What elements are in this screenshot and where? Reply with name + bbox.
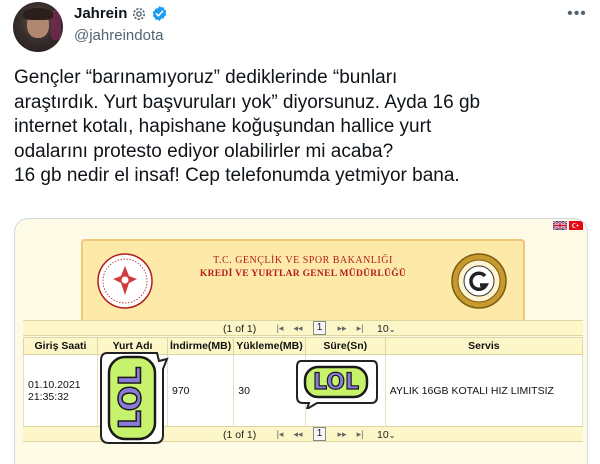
column-header[interactable]: Servis — [384, 337, 584, 355]
page-size-select[interactable]: 10⌄ — [377, 323, 395, 335]
column-header[interactable]: Süre(Sn) — [304, 337, 386, 355]
avatar[interactable] — [13, 2, 63, 52]
pager-info: (1 of 1) — [223, 323, 257, 335]
tweet: Jahrein @jahreindota ••• Gençler “barına… — [0, 0, 600, 464]
first-page-icon[interactable]: |◂ — [273, 428, 287, 440]
tweet-line: odalarını protesto ediyor olabilirler mi… — [14, 140, 394, 162]
cell-indirme: 970 — [166, 354, 235, 427]
last-page-icon[interactable]: ▸| — [353, 428, 367, 440]
lol-sticker-vertical: LOL — [100, 352, 169, 444]
chevron-down-icon: ⌄ — [388, 325, 396, 334]
column-header[interactable]: Giriş Saati — [23, 337, 98, 355]
column-header[interactable]: Yükleme(MB) — [233, 337, 306, 355]
cell-giris-saati: 01.10.2021 21:35:32 — [23, 354, 98, 427]
pager-info: (1 of 1) — [223, 429, 257, 441]
avatar-hair — [23, 8, 53, 20]
language-flags — [553, 221, 583, 230]
gear-icon — [133, 7, 146, 20]
tweet-text: Gençler “barınamıyoruz” dediklerinde “bu… — [14, 66, 589, 189]
next-page-icon[interactable]: ▸▸ — [335, 322, 349, 334]
page-size-value: 10 — [377, 323, 389, 335]
sticker-text: LOL — [114, 367, 149, 430]
cell-servis: AYLIK 16GB KOTALI HIZ LIMITSIZ — [384, 354, 584, 427]
chevron-down-icon: ⌄ — [388, 431, 396, 440]
current-page-button[interactable]: 1 — [313, 427, 326, 441]
prev-page-icon[interactable]: ◂◂ — [291, 428, 305, 440]
tweet-line: Gençler “barınamıyoruz” dediklerinde “bu… — [14, 67, 398, 88]
author-name-row[interactable]: Jahrein — [74, 5, 168, 22]
author-block: Jahrein @jahreindota — [74, 5, 168, 44]
page-size-value: 10 — [377, 429, 389, 441]
column-header[interactable]: İndirme(MB) — [166, 337, 235, 355]
flag-uk-icon[interactable] — [553, 221, 567, 230]
pager-top: (1 of 1) |◂ ◂◂ 1 ▸▸ ▸| 10⌄ — [23, 320, 583, 336]
prev-page-icon[interactable]: ◂◂ — [291, 322, 305, 334]
author-handle[interactable]: @jahreindota — [74, 27, 168, 44]
next-page-icon[interactable]: ▸▸ — [335, 428, 349, 440]
kyk-logo-icon — [451, 253, 507, 309]
tweet-line: araştırdık. Yurt başvuruları yok” diyors… — [14, 91, 481, 113]
attached-image[interactable]: T.C. GENÇLİK VE SPOR BAKANLIĞI KREDİ VE … — [14, 218, 588, 464]
sticker-text: LOL — [313, 370, 359, 395]
current-page-button[interactable]: 1 — [313, 321, 326, 335]
tweet-line: internet kotalı, hapishane koğuşundan ha… — [14, 116, 432, 137]
tweet-line: 16 gb nedir el insaf! Cep telefonumda ye… — [14, 165, 460, 186]
flag-tr-icon[interactable] — [569, 221, 583, 230]
verified-badge-icon — [153, 6, 167, 21]
lol-sticker-horizontal: LOL — [296, 360, 378, 409]
first-page-icon[interactable]: |◂ — [273, 322, 287, 334]
page-size-select[interactable]: 10⌄ — [377, 429, 395, 441]
author-name[interactable]: Jahrein — [74, 5, 127, 22]
ministry-banner: T.C. GENÇLİK VE SPOR BAKANLIĞI KREDİ VE … — [81, 239, 525, 323]
more-icon[interactable]: ••• — [564, 4, 590, 24]
last-page-icon[interactable]: ▸| — [353, 322, 367, 334]
